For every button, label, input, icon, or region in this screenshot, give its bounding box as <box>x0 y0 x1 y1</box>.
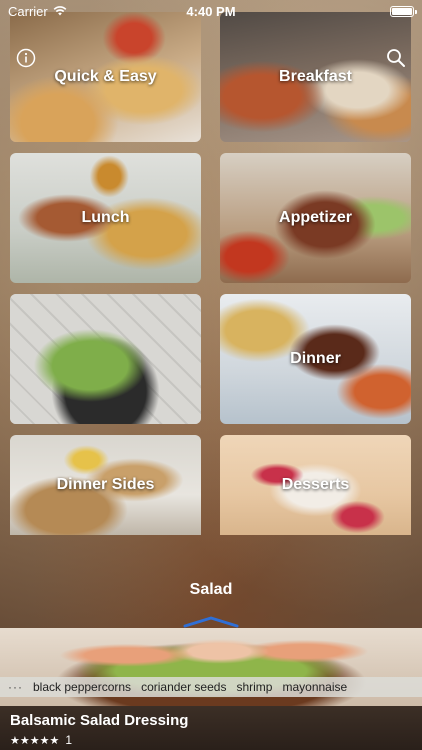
ingredient-tag[interactable]: mayonnaise <box>282 680 347 694</box>
ingredient-tag[interactable]: black peppercorns <box>33 680 131 694</box>
category-label: Quick & Easy <box>54 68 157 85</box>
rating-count: 1 <box>65 733 72 747</box>
recipe-title[interactable]: Balsamic Salad Dressing <box>10 712 188 729</box>
category-label: Appetizer <box>279 209 352 226</box>
status-bar: Carrier 4:40 PM <box>0 0 422 22</box>
category-photo <box>10 294 201 424</box>
chevron-up-icon[interactable] <box>183 614 239 628</box>
info-icon[interactable] <box>16 48 36 68</box>
carrier-label: Carrier <box>8 3 48 19</box>
category-tile-lunch[interactable]: Lunch <box>10 153 201 283</box>
wifi-icon <box>53 6 67 16</box>
selected-category-title[interactable]: Salad <box>0 581 422 599</box>
category-label: Dinner Sides <box>56 476 155 493</box>
ingredient-tag[interactable]: coriander seeds <box>141 680 226 694</box>
more-icon[interactable]: ··· <box>8 680 23 694</box>
salad-banner[interactable]: ··· black peppercorns coriander seeds sh… <box>0 628 422 706</box>
category-tile-quick-easy[interactable]: Quick & Easy <box>10 12 201 142</box>
category-tile-salad[interactable] <box>10 294 201 424</box>
category-label: Breakfast <box>279 68 352 85</box>
category-label: Dinner <box>290 350 341 367</box>
ingredient-tag[interactable]: shrimp <box>236 680 272 694</box>
category-tile-appetizer[interactable]: Appetizer <box>220 153 411 283</box>
category-tile-dinner-sides[interactable]: Dinner Sides <box>10 435 201 535</box>
star-icon: ★★★★★ <box>10 733 60 747</box>
category-tile-dinner[interactable]: Dinner <box>220 294 411 424</box>
battery-icon <box>390 5 417 17</box>
recipe-rating: ★★★★★ 1 <box>10 733 72 747</box>
category-tile-desserts[interactable]: Desserts <box>220 435 411 535</box>
category-tile-breakfast[interactable]: Breakfast <box>220 12 411 142</box>
search-icon[interactable] <box>386 48 406 68</box>
category-label: Desserts <box>281 476 350 493</box>
ingredient-tags: ··· black peppercorns coriander seeds sh… <box>0 677 422 697</box>
category-label: Lunch <box>81 209 130 226</box>
